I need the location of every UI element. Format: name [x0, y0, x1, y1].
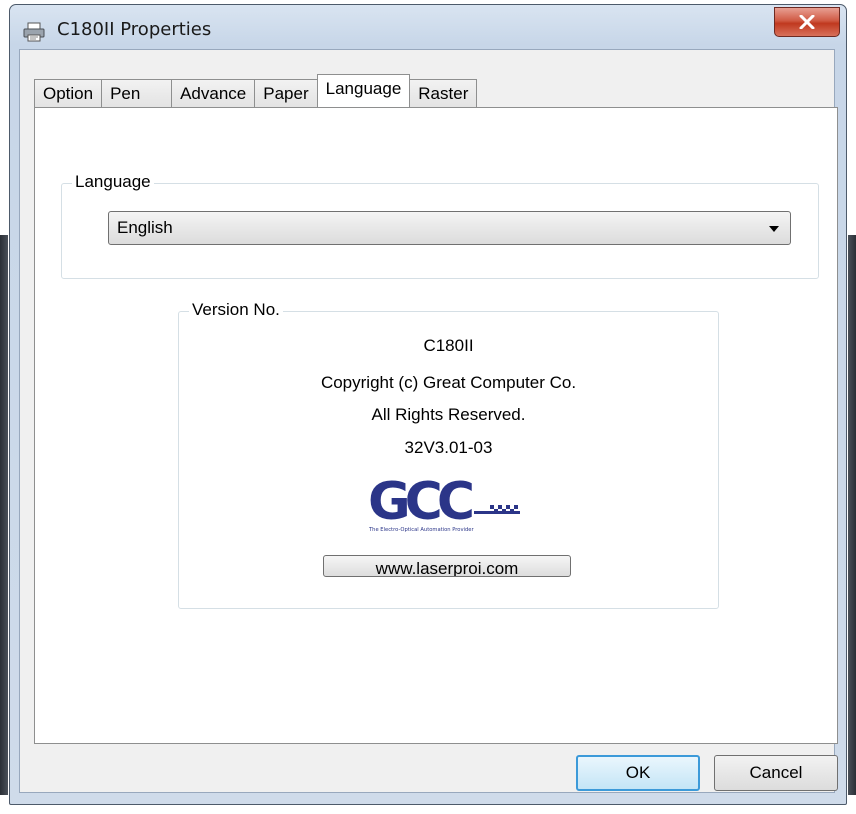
gcc-logo-tagline: The Electro-Optical Automation Provider — [368, 527, 474, 533]
tab-language[interactable]: Language — [316, 74, 411, 107]
close-icon — [799, 15, 815, 29]
gcc-logo: GCC The Electro-Optical Automation Provi… — [366, 472, 530, 537]
tab-raster[interactable]: Raster — [409, 79, 478, 107]
model-name: C180II — [423, 336, 474, 355]
cancel-button[interactable]: Cancel — [714, 755, 838, 791]
tab-advance[interactable]: Advance — [171, 79, 256, 107]
background-window-edge-left — [0, 235, 8, 795]
language-selected-value: English — [117, 218, 173, 237]
dropdown-arrow-icon[interactable] — [769, 226, 779, 232]
tab-option[interactable]: Option — [34, 79, 103, 107]
tab-paper[interactable]: Paper — [254, 79, 318, 107]
version-number: 32V3.01-03 — [404, 438, 493, 457]
screen: C180II Properties Option Pen Advance Pap… — [0, 0, 856, 814]
properties-dialog: C180II Properties Option Pen Advance Pap… — [9, 4, 847, 805]
language-group: Language English — [61, 172, 819, 279]
background-window-edge-right — [848, 235, 856, 795]
window-title: C180II Properties — [57, 19, 212, 40]
printer-icon — [23, 22, 45, 42]
version-group: Version No. C180II Copyright (c) Great C… — [178, 300, 719, 609]
dialog-client-area: Option Pen Advance Paper Language Raster… — [19, 49, 838, 793]
language-dropdown[interactable]: English — [108, 211, 791, 245]
close-button[interactable] — [774, 7, 840, 37]
tab-pen[interactable]: Pen — [101, 79, 173, 107]
language-group-label: Language — [72, 172, 154, 192]
website-link-button[interactable]: www.laserproi.com — [323, 555, 571, 577]
rights-text: All Rights Reserved. — [371, 405, 526, 424]
copyright-text: Copyright (c) Great Computer Co. — [320, 373, 577, 392]
gcc-logo-text: GCC — [368, 473, 472, 532]
tab-panel-language: Language English Version No. C180II Copy… — [34, 107, 838, 744]
version-group-label: Version No. — [189, 300, 283, 320]
tab-strip: Option Pen Advance Paper Language Raster — [34, 74, 478, 107]
ok-button[interactable]: OK — [576, 755, 700, 791]
